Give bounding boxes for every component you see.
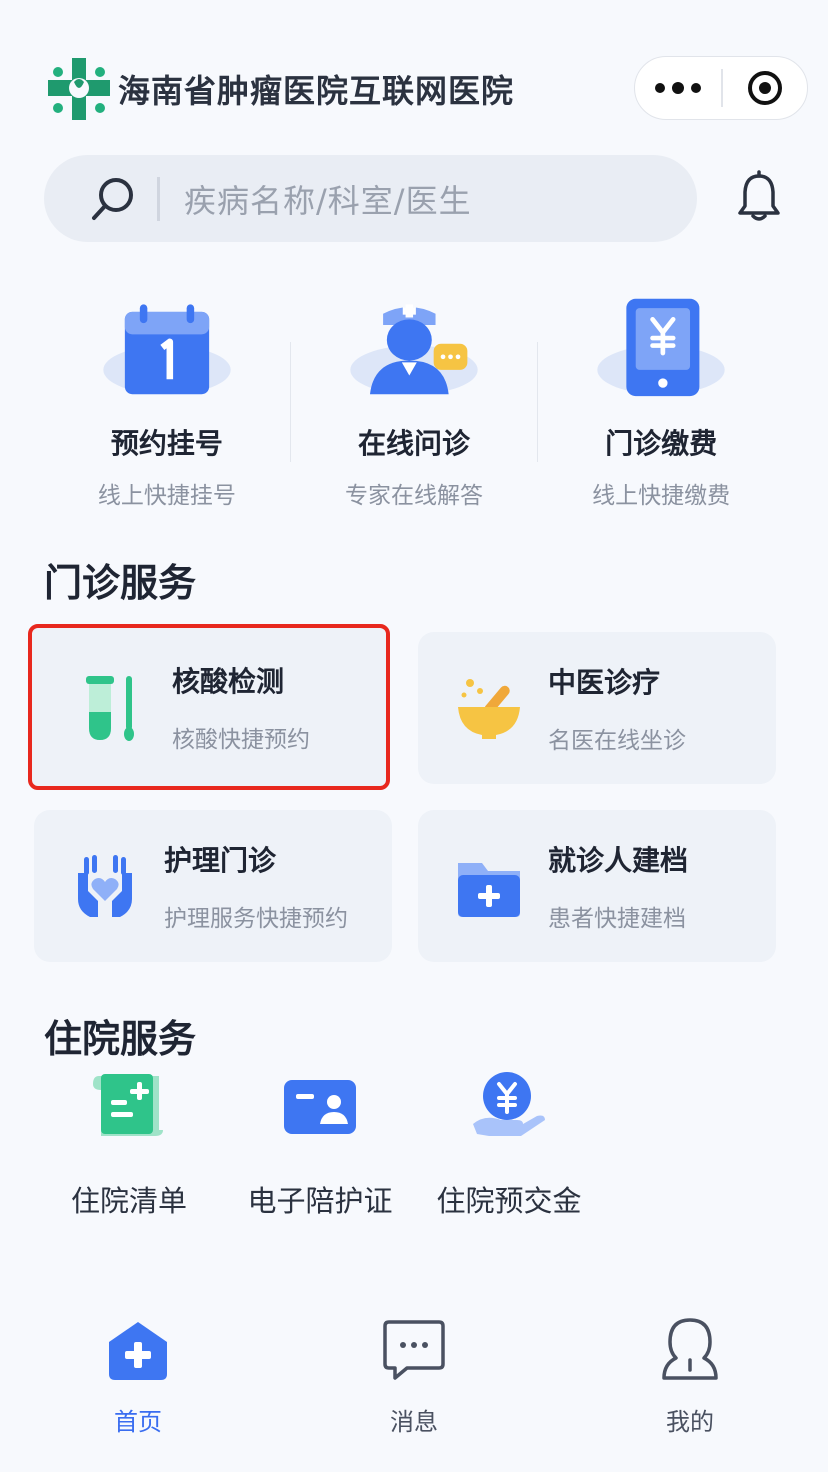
tab-label: 消息	[390, 1408, 438, 1436]
bill-icon	[93, 1074, 163, 1136]
card-tcm-treatment[interactable]: 中医诊疗 名医在线坐诊	[418, 632, 776, 784]
card-nursing-clinic[interactable]: 护理门诊 护理服务快捷预约	[34, 810, 392, 962]
quick-entry-payment[interactable]: 门诊缴费 线上快捷缴费	[538, 290, 784, 510]
folder-plus-icon	[458, 863, 520, 917]
tab-messages[interactable]: 消息	[276, 1300, 552, 1472]
card-subtitle: 名医在线坐诊	[548, 728, 686, 754]
dot-icon	[655, 83, 665, 93]
hospital-logo-icon	[48, 58, 110, 120]
quick-entry-subtitle: 专家在线解答	[345, 483, 483, 509]
quick-entry-title: 门诊缴费	[605, 427, 718, 460]
header: 海南省肿瘤医院互联网医院	[44, 50, 514, 128]
search-placeholder: 疾病名称/科室/医生	[184, 181, 472, 220]
outpatient-section-title: 门诊服务	[44, 561, 197, 605]
tab-home[interactable]: 首页	[0, 1300, 276, 1472]
target-icon	[747, 71, 782, 105]
card-title: 就诊人建档	[548, 844, 689, 877]
dot-icon	[672, 82, 684, 94]
card-text: 就诊人建档 患者快捷建档	[548, 839, 688, 933]
bell-icon[interactable]	[732, 170, 786, 226]
calendar-icon	[103, 304, 231, 395]
card-text: 中医诊疗 名医在线坐诊	[548, 661, 686, 755]
card-title: 核酸检测	[172, 665, 285, 698]
quick-entry-title: 在线问诊	[358, 427, 471, 460]
close-mini-program-button[interactable]	[723, 57, 808, 119]
search-icon	[92, 177, 133, 220]
card-subtitle: 护理服务快捷预约	[164, 906, 348, 932]
card-text: 核酸检测 核酸快捷预约	[172, 660, 310, 754]
deposit-coin-icon	[473, 1072, 545, 1136]
care-hands-icon	[78, 855, 132, 917]
tab-label: 首页	[114, 1408, 162, 1436]
payment-phone-icon	[597, 298, 725, 397]
hospital-name: 海南省肿瘤医院互联网医院	[118, 72, 515, 110]
dot-icon	[691, 83, 701, 93]
mini-program-capsule	[634, 56, 808, 120]
quick-entry-title: 预约挂号	[110, 427, 223, 460]
inpatient-section-title: 住院服务	[44, 1017, 197, 1061]
id-card-icon	[284, 1080, 356, 1134]
quick-entry-consultation[interactable]: 在线问诊 专家在线解答	[291, 290, 537, 510]
quick-entry-subtitle: 线上快捷缴费	[592, 483, 731, 509]
mortar-icon	[458, 679, 520, 739]
search-divider	[157, 176, 160, 221]
inpatient-item-escort-pass[interactable]: 电子陪护证	[240, 1070, 400, 1220]
quick-entries: 预约挂号 线上快捷挂号 在线问诊 专家在线解答 门诊缴费 线上快捷缴费	[44, 290, 784, 510]
tab-label: 我的	[666, 1408, 714, 1436]
message-icon	[383, 1320, 445, 1380]
card-title: 中医诊疗	[548, 666, 661, 699]
test-tube-icon	[86, 676, 134, 741]
card-patient-profile[interactable]: 就诊人建档 患者快捷建档	[418, 810, 776, 962]
inpatient-item-label: 电子陪护证	[247, 1184, 393, 1218]
inpatient-item-deposit[interactable]: 住院预交金	[432, 1070, 586, 1220]
quick-entry-subtitle: 线上快捷挂号	[97, 483, 236, 509]
search-bar[interactable]: 疾病名称/科室/医生	[44, 155, 697, 242]
card-subtitle: 患者快捷建档	[548, 906, 686, 932]
quick-entry-appointment[interactable]: 预约挂号 线上快捷挂号	[44, 290, 290, 510]
inpatient-item-label: 住院预交金	[436, 1184, 582, 1218]
doctor-chat-icon	[350, 304, 478, 395]
card-text: 护理门诊 护理服务快捷预约	[164, 839, 348, 933]
more-options-button[interactable]	[635, 57, 721, 119]
tab-bar: 首页 消息 我的	[0, 1300, 828, 1472]
inpatient-item-label: 住院清单	[70, 1184, 187, 1218]
inpatient-item-bill[interactable]: 住院清单	[64, 1070, 194, 1220]
app-frame: 海南省肿瘤医院互联网医院 疾病名称/科室/医生 预约挂号 线上快捷挂号 在线问诊…	[0, 0, 828, 1472]
home-icon	[109, 1322, 167, 1380]
tab-profile[interactable]: 我的	[552, 1300, 828, 1472]
profile-icon	[662, 1318, 718, 1380]
card-subtitle: 核酸快捷预约	[172, 727, 310, 753]
card-title: 护理门诊	[164, 844, 277, 877]
card-nucleic-acid-test[interactable]: 核酸检测 核酸快捷预约	[28, 624, 390, 790]
